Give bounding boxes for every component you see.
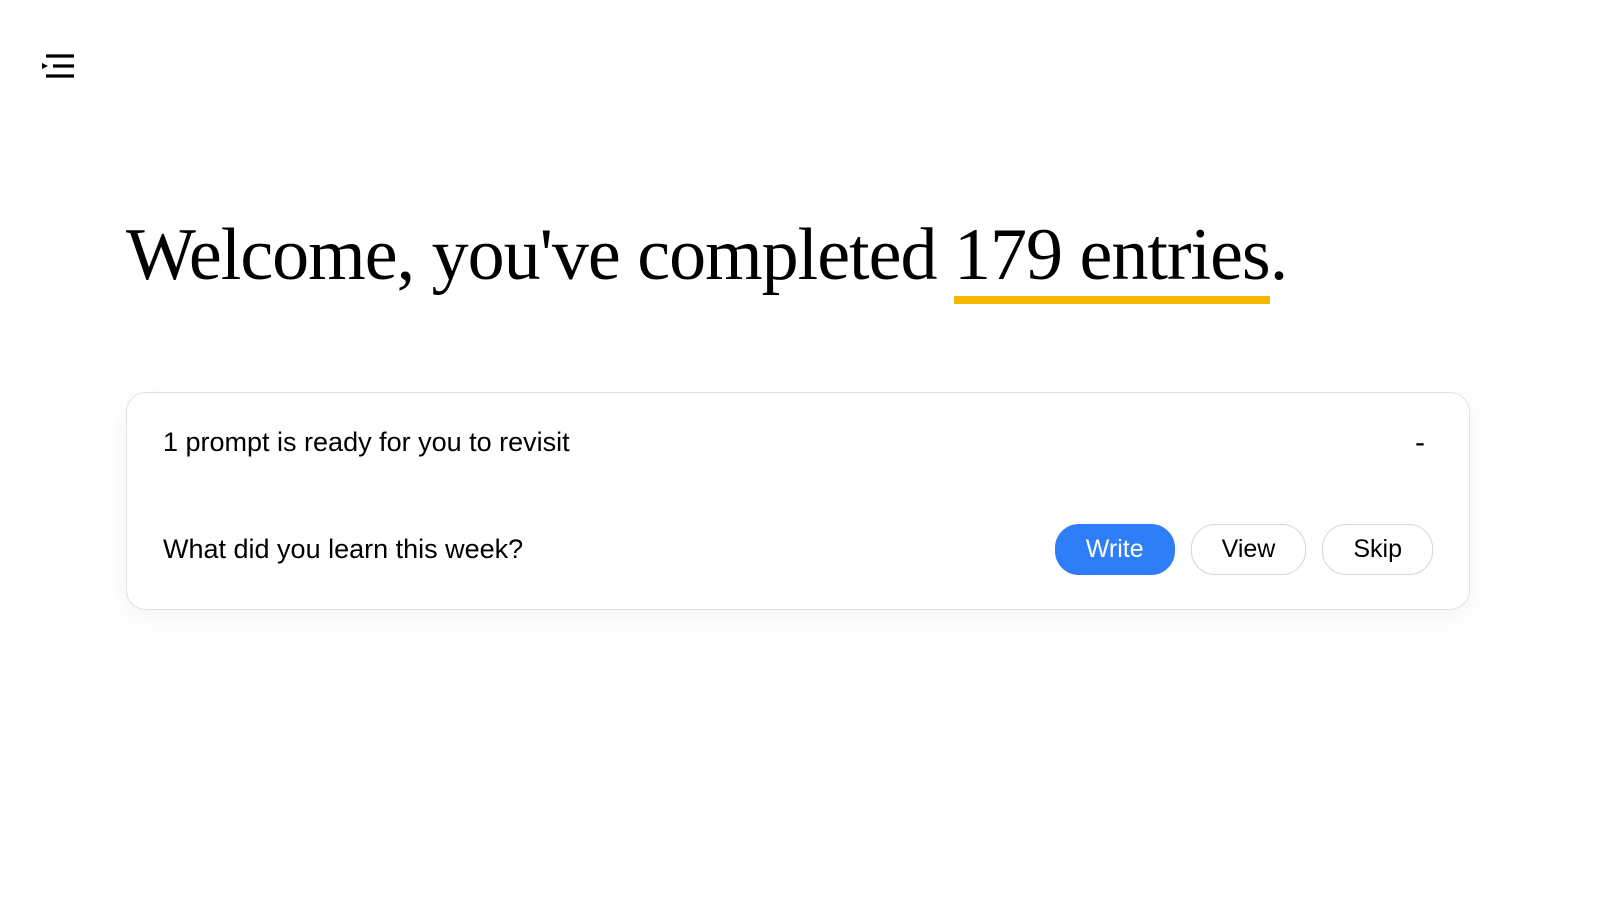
prompt-question: What did you learn this week? — [163, 534, 523, 565]
menu-icon — [42, 52, 74, 80]
main-content: Welcome, you've completed 179 entries. 1… — [0, 0, 1600, 610]
heading-suffix: . — [1270, 214, 1288, 296]
write-button[interactable]: Write — [1055, 524, 1175, 575]
welcome-heading: Welcome, you've completed 179 entries. — [126, 215, 1470, 296]
heading-prefix: Welcome, you've completed — [126, 214, 954, 296]
collapse-toggle[interactable]: - — [1407, 428, 1433, 458]
view-button[interactable]: View — [1191, 524, 1307, 575]
prompt-card: 1 prompt is ready for you to revisit - W… — [126, 392, 1470, 610]
prompt-card-title: 1 prompt is ready for you to revisit — [163, 427, 570, 458]
prompt-card-body: What did you learn this week? Write View… — [163, 524, 1433, 575]
heading-highlight: 179 entries — [954, 215, 1270, 296]
prompt-card-header: 1 prompt is ready for you to revisit - — [163, 427, 1433, 458]
menu-toggle-button[interactable] — [38, 48, 78, 84]
prompt-actions: Write View Skip — [1055, 524, 1433, 575]
skip-button[interactable]: Skip — [1322, 524, 1433, 575]
